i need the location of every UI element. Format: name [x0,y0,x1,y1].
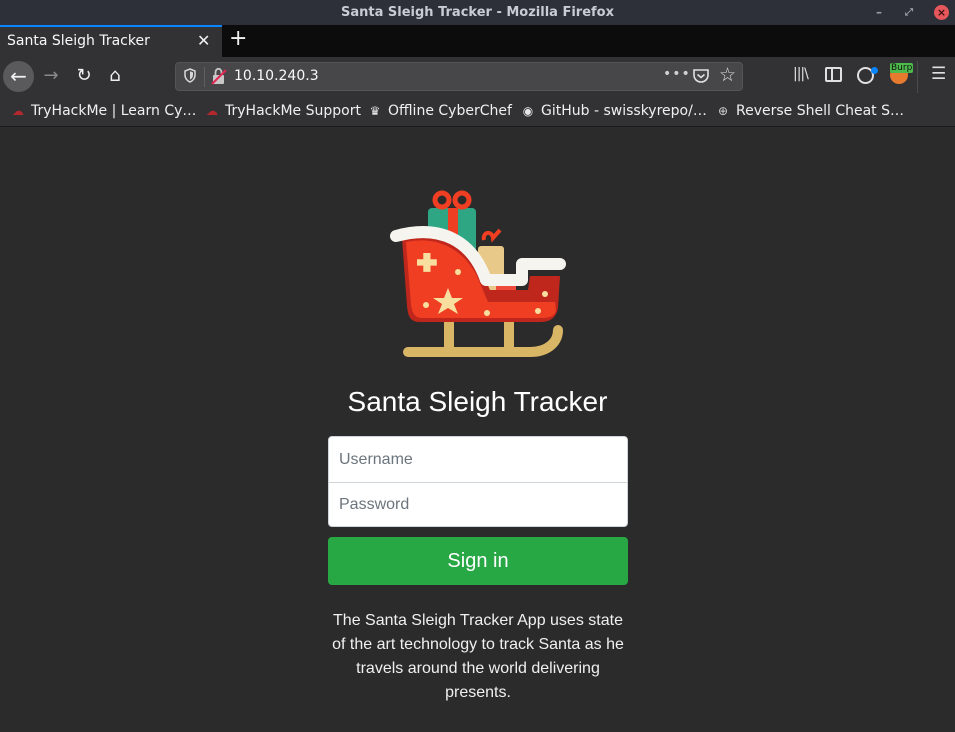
tab-santa-sleigh-tracker[interactable]: Santa Sleigh Tracker ✕ [0,25,222,57]
insecure-lock-icon[interactable] [211,67,227,85]
app-description: The Santa Sleigh Tracker App uses state … [332,612,624,701]
new-tab-button[interactable]: + [229,26,247,51]
tryhackme-icon: ☁ [206,104,218,118]
url-text[interactable]: 10.10.240.3 [234,68,319,84]
maximize-button[interactable]: ⤢ [905,0,913,25]
navigation-toolbar: ← → ↻ ⌂ 10.10.240.3 ••• ☆ |||\ ☰ [0,57,955,95]
url-bar[interactable]: 10.10.240.3 ••• ☆ [175,62,743,91]
username-input[interactable] [329,438,627,482]
sign-in-button[interactable]: Sign in [328,537,628,585]
github-icon: ◉ [522,104,534,118]
bookmark-label: Reverse Shell Cheat S… [736,103,904,119]
tryhackme-icon: ☁ [12,104,24,118]
back-button[interactable]: ← [3,61,34,92]
chef-hat-icon: ♛ [369,104,381,118]
bookmark-label: GitHub - swisskyrepo/… [541,103,707,119]
bookmark-label: Offline CyberChef [388,103,512,119]
close-window-button[interactable]: × [934,5,949,20]
bookmark-github-swisskyrepo[interactable]: ◉ GitHub - swisskyrepo/… [520,103,707,119]
url-separator [204,67,205,87]
bookmark-reverse-shell-cheat-sheet[interactable]: ⊕ Reverse Shell Cheat S… [715,103,904,119]
pocket-icon[interactable] [692,67,710,85]
home-button[interactable]: ⌂ [101,62,129,90]
account-notification-dot [871,67,878,74]
tracking-protection-shield-icon[interactable] [184,68,196,83]
bookmark-label: TryHackMe | Learn Cy… [31,103,197,119]
bookmarks-toolbar: ☁ TryHackMe | Learn Cy… ☁ TryHackMe Suppor… [0,95,955,127]
bookmark-offline-cyberchef[interactable]: ♛ Offline CyberChef [367,103,512,119]
bookmark-tryhackme-support[interactable]: ☁ TryHackMe Support [204,103,361,119]
tab-label: Santa Sleigh Tracker [7,33,150,49]
sidebar-toggle-icon[interactable] [825,67,842,82]
tab-strip: Santa Sleigh Tracker ✕ + [0,25,955,57]
santa-sleigh-logo-icon [390,190,566,357]
window-titlebar: Santa Sleigh Tracker - Mozilla Firefox –… [0,0,955,25]
minimize-button[interactable]: – [876,0,882,25]
menu-icon[interactable]: ☰ [931,64,946,84]
reload-button[interactable]: ↻ [70,62,98,90]
globe-icon: ⊕ [717,104,729,118]
password-input[interactable] [329,482,627,526]
window-title: Santa Sleigh Tracker - Mozilla Firefox [340,5,615,20]
forward-button[interactable]: → [37,62,65,90]
library-icon[interactable]: |||\ [793,66,809,82]
toolbar-separator [917,61,918,93]
login-form [328,436,628,527]
page-heading: Santa Sleigh Tracker [347,386,608,417]
bookmark-star-icon[interactable]: ☆ [719,64,736,86]
page-content: Santa Sleigh Tracker Sign in The Santa S… [0,128,955,732]
tab-close-icon[interactable]: ✕ [197,31,210,50]
page-actions-icon[interactable]: ••• [663,66,691,82]
burp-badge: Burp [890,63,914,73]
bookmark-label: TryHackMe Support [225,103,361,119]
bookmark-tryhackme-learn[interactable]: ☁ TryHackMe | Learn Cy… [10,103,196,119]
